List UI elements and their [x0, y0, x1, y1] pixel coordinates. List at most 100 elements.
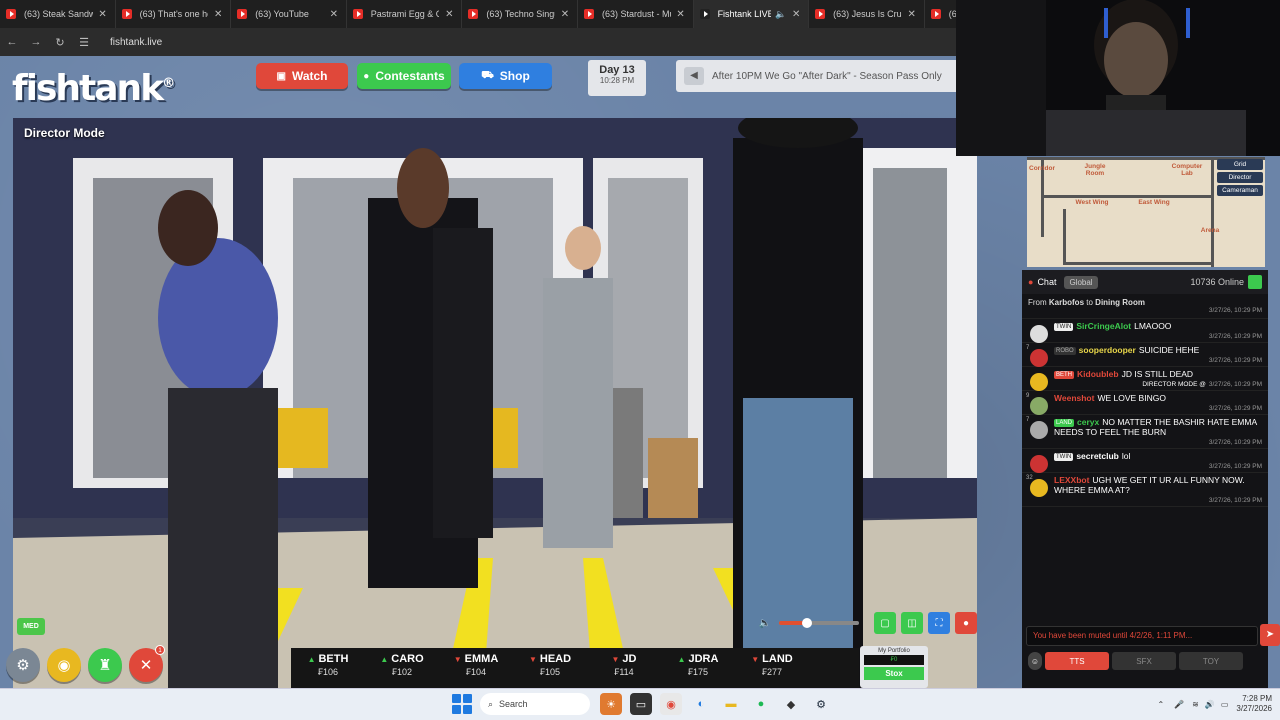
bottom-action-icons: ⚙ ◉ ♜ ✕ 1 [6, 645, 170, 682]
chat-username[interactable]: secretclub [1076, 451, 1119, 461]
map-mode-grid[interactable]: Grid [1217, 159, 1263, 170]
browser-tab[interactable]: (63) That's one he ✕ [116, 0, 232, 28]
avatar[interactable] [1030, 373, 1048, 391]
map-mode-cameraman[interactable]: Cameraman [1217, 185, 1263, 196]
browser-tab[interactable]: (63) Techno Singul ✕ [462, 0, 578, 28]
ticker-item[interactable]: ▲ JDRA ₣175 [661, 648, 735, 688]
avatar[interactable] [1030, 479, 1048, 497]
browser-tab[interactable]: Pastrami Egg & Ch✕ [347, 0, 463, 28]
chrome-icon[interactable]: ◉ [660, 693, 682, 715]
avatar[interactable] [1030, 325, 1048, 343]
map-wall [1041, 195, 1213, 198]
chat-username[interactable]: SirCringeAlot [1076, 321, 1131, 331]
map-mode-director[interactable]: Director [1217, 172, 1263, 183]
fishtank-logo[interactable]: fishtank® [12, 68, 175, 109]
stox-button[interactable]: Stox [864, 667, 924, 680]
volume-icon[interactable]: 🔈 [759, 618, 771, 629]
volume-knob[interactable] [802, 618, 812, 628]
browser-tab[interactable]: (63) Jesus Is Crucif ✕ [809, 0, 925, 28]
windows-start-icon[interactable] [452, 694, 472, 714]
site-info-icon[interactable]: ☰ [72, 36, 96, 49]
close-tab-icon[interactable]: ✕ [790, 9, 802, 20]
close-tab-icon[interactable]: ✕ [212, 9, 224, 20]
video-player[interactable]: Director Mode MED 🔈 ▢ ◫ ⛶ ● [13, 118, 977, 694]
close-tab-icon[interactable]: ✕ [906, 9, 918, 20]
avatar[interactable] [1030, 397, 1048, 415]
toy-button[interactable]: TOY [1179, 652, 1243, 670]
chat-input[interactable]: You have been muted until 4/2/26, 1:11 P… [1026, 626, 1258, 646]
house-map[interactable]: Corridor Jungle Room Computer Lab West W… [1027, 157, 1265, 267]
contestants-button[interactable]: ● Contestants [357, 63, 451, 89]
sfx-button[interactable]: SFX [1112, 652, 1176, 670]
portfolio-value: ₣0 [864, 655, 924, 665]
reload-icon[interactable]: ↻ [48, 36, 72, 49]
taskbar-search[interactable]: ⌕ Search [480, 693, 590, 715]
map-room-jungle[interactable]: Jungle Room [1075, 163, 1115, 177]
speaker-icon[interactable]: 🔊 [1205, 700, 1215, 709]
cast-icon[interactable]: ◫ [901, 612, 923, 634]
record-icon[interactable]: ● [955, 612, 977, 634]
close-tab-icon[interactable]: ✕ [97, 9, 109, 20]
widget-icon[interactable]: ☀ [600, 693, 622, 715]
taskbar-clock[interactable]: 7:28 PM 3/27/2026 [1236, 694, 1272, 714]
map-room-corridor[interactable]: Corridor [1029, 165, 1055, 172]
avatar[interactable] [1030, 455, 1048, 473]
chat-username[interactable]: ceryx [1077, 417, 1099, 427]
avatar[interactable] [1030, 421, 1048, 439]
ticker-item[interactable]: ▲ BETH ₣106 [291, 648, 365, 688]
coins-icon[interactable]: ◉ [47, 648, 81, 682]
browser-tab[interactable]: (63) Stardust - Mu ✕ [578, 0, 694, 28]
avatar[interactable] [1030, 349, 1048, 367]
task-view-icon[interactable]: ▭ [630, 693, 652, 715]
wifi-icon[interactable]: ≋ [1192, 700, 1199, 709]
battery-icon[interactable]: ▭ [1221, 700, 1229, 709]
edge-icon[interactable]: ◐ [690, 693, 712, 715]
pip-icon[interactable]: ▢ [874, 612, 896, 634]
mic-icon[interactable]: 🎤 [1174, 700, 1184, 709]
ticker-item[interactable]: ▼ EMMA ₣104 [439, 648, 513, 688]
chat-username[interactable]: LEXXbot [1054, 475, 1089, 485]
close-tab-icon[interactable]: ✕ [559, 9, 571, 20]
chat-username[interactable]: sooperdooper [1079, 345, 1136, 355]
close-tab-icon[interactable]: ✕ [328, 9, 340, 20]
chat-username[interactable]: Kidoubleb [1077, 369, 1119, 379]
chat-scope-tab[interactable]: Global [1064, 275, 1098, 289]
map-room-arena[interactable]: Arena [1195, 227, 1225, 234]
steam-icon[interactable]: ⚙ [810, 693, 832, 715]
inventory-icon[interactable]: ♜ [88, 648, 122, 682]
browser-tab[interactable]: (63) YouTube ✕ [231, 0, 347, 28]
close-tab-icon[interactable]: ✕ [443, 9, 455, 20]
volume-slider[interactable] [779, 618, 859, 628]
close-tab-icon[interactable]: ✕ [675, 9, 687, 20]
map-room-computer-lab[interactable]: Computer Lab [1167, 163, 1207, 177]
map-room-east-wing[interactable]: East Wing [1129, 199, 1179, 206]
browser-tab[interactable]: Fishtank LIVE 🔈 ✕ [693, 0, 810, 28]
tts-button[interactable]: TTS [1045, 652, 1109, 670]
settings-gear-icon[interactable]: ⚙ [6, 648, 40, 682]
ticker-item[interactable]: ▼ LAND ₣277 [735, 648, 809, 688]
forward-icon[interactable]: → [24, 36, 48, 48]
folder-icon[interactable]: ▬ [720, 693, 742, 715]
url-field[interactable]: fishtank.live [110, 37, 162, 48]
spotify-icon[interactable]: ● [750, 693, 772, 715]
fullscreen-icon[interactable]: ⛶ [928, 612, 950, 634]
chat-username[interactable]: Weenshot [1054, 393, 1094, 403]
browser-tab[interactable]: (63) Steak Sandwic ✕ [0, 0, 116, 28]
emoji-icon[interactable]: ☺ [1028, 652, 1042, 670]
back-icon[interactable]: ← [0, 36, 24, 48]
ticker-item[interactable]: ▼ HEAD ₣105 [513, 648, 587, 688]
map-room-west-wing[interactable]: West Wing [1067, 199, 1117, 206]
tab-audio-icon[interactable]: 🔈 [775, 9, 786, 20]
watch-button[interactable]: ▣ Watch [256, 63, 348, 89]
arrow-left-icon[interactable]: ◀ [684, 67, 704, 85]
app-icon[interactable]: ◆ [780, 693, 802, 715]
sys-target: Dining Room [1095, 298, 1145, 307]
send-icon[interactable]: ➤ [1260, 624, 1280, 646]
tools-icon[interactable]: ✕ 1 [129, 645, 165, 682]
chevron-up-icon[interactable]: ⌃ [1158, 700, 1165, 709]
ticker-item[interactable]: ▲ CARO ₣102 [365, 648, 439, 688]
quality-badge[interactable]: MED [17, 618, 45, 635]
shop-button[interactable]: ⛟ Shop [459, 63, 552, 89]
ticker-item[interactable]: ▼ JD ₣114 [587, 648, 661, 688]
chat-settings-icon[interactable] [1248, 275, 1262, 289]
